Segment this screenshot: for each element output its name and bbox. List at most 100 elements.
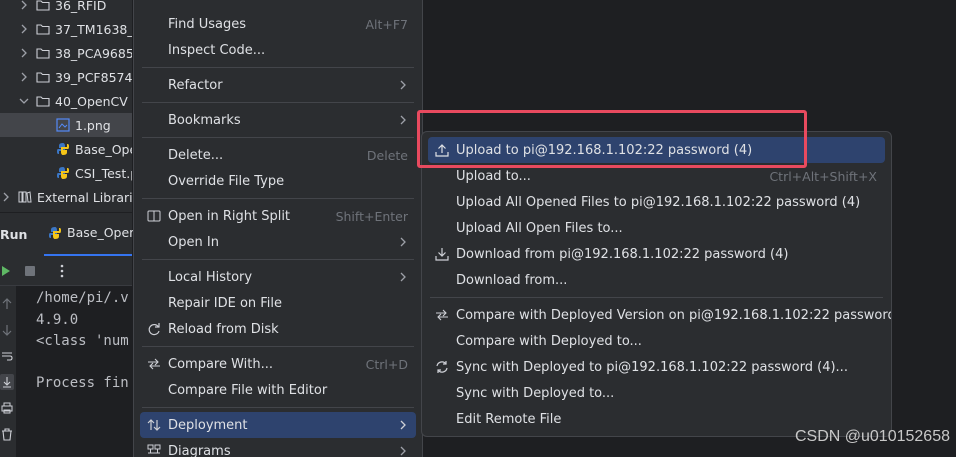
tree-item-base-ope[interactable]: Base_Ope	[0, 137, 132, 161]
chevron-right-icon[interactable]	[18, 47, 30, 59]
menu-item-label: Compare File with Editor	[168, 382, 328, 398]
stop-icon[interactable]	[24, 265, 36, 277]
menu-item-diagrams[interactable]: Diagrams	[140, 438, 416, 457]
menu-item-compare-file-with-editor[interactable]: Compare File with Editor	[140, 377, 416, 403]
folder-icon	[36, 96, 50, 107]
menu-separator	[142, 198, 414, 199]
menu-item-label: Compare with Deployed to...	[456, 333, 642, 349]
menu-item-sync-deployed-to[interactable]: Sync with Deployed to...	[428, 380, 885, 406]
run-tool-window-header: Run Base_Oper	[0, 212, 134, 256]
menu-item-shortcut: Ctrl+D	[365, 356, 408, 372]
chevron-right-icon[interactable]	[18, 0, 30, 11]
more-options-icon[interactable]	[58, 264, 66, 278]
print-icon[interactable]	[1, 402, 13, 414]
chevron-right-icon[interactable]	[0, 191, 12, 203]
menu-item-label: Sync with Deployed to...	[456, 385, 615, 401]
console-gutter	[0, 286, 16, 457]
menu-item-upload-all-opened[interactable]: Upload All Opened Files to pi@192.168.1.…	[428, 189, 885, 215]
menu-item-local-history[interactable]: Local History	[140, 264, 416, 290]
rerun-icon[interactable]	[0, 264, 12, 278]
menu-item-open-in[interactable]: Open In	[140, 229, 416, 255]
menu-item-override-file-type[interactable]: Override File Type	[140, 168, 416, 194]
menu-item-inspect-code[interactable]: Inspect Code...	[140, 37, 416, 63]
submenu-arrow-icon	[400, 272, 406, 282]
menu-item-label: Open in Right Split	[168, 208, 291, 224]
folder-icon	[36, 0, 50, 11]
menu-item-bookmarks[interactable]: Bookmarks	[140, 107, 416, 133]
project-tree: 36_RFID 37_TM1638_E 38_PCA9685 39_PCF857…	[0, 0, 132, 212]
python-file-icon	[49, 226, 61, 239]
menu-item-label: Refactor	[168, 77, 223, 93]
menu-item-upload-to-pi[interactable]: Upload to pi@192.168.1.102:22 password (…	[428, 137, 885, 163]
tree-item-label: 37_TM1638_E	[55, 21, 132, 37]
download-icon	[434, 246, 450, 262]
menu-separator	[142, 102, 414, 103]
split-icon	[146, 208, 162, 224]
menu-item-shortcut: Alt+F7	[365, 16, 408, 32]
menu-item-label: Sync with Deployed to pi@192.168.1.102:2…	[456, 359, 848, 375]
menu-item-compare-deployed-version[interactable]: Compare with Deployed Version on pi@192.…	[428, 302, 891, 328]
arrow-up-icon[interactable]	[2, 298, 12, 310]
menu-item-download-from[interactable]: Download from...	[428, 267, 885, 293]
run-tab[interactable]: Base_Oper	[48, 225, 134, 240]
menu-item-upload-to[interactable]: Upload to... Ctrl+Alt+Shift+X	[428, 163, 885, 189]
menu-item-compare-with[interactable]: Compare With... Ctrl+D	[140, 351, 416, 377]
menu-separator	[430, 297, 883, 298]
tree-item-39-pcf8574[interactable]: 39_PCF8574	[0, 65, 132, 89]
menu-item-delete[interactable]: Delete... Delete	[140, 142, 416, 168]
console-line: /home/pi/.v	[36, 290, 129, 306]
menu-item-label: Compare with Deployed Version on pi@192.…	[456, 307, 892, 323]
scroll-to-end-icon[interactable]	[0, 374, 14, 390]
menu-item-deployment[interactable]: Deployment	[140, 412, 416, 438]
console-line: 4.9.0	[36, 312, 79, 328]
menu-item-label: Find Usages	[168, 16, 247, 32]
menu-item-label: Upload All Opened Files to pi@192.168.1.…	[456, 194, 861, 210]
sync-icon	[434, 359, 450, 375]
chevron-right-icon[interactable]	[18, 71, 30, 83]
menu-item-download-from-pi[interactable]: Download from pi@192.168.1.102:22 passwo…	[428, 241, 885, 267]
run-title: Run	[0, 227, 28, 242]
menu-item-label: Open In	[168, 234, 219, 250]
trash-icon[interactable]	[1, 428, 13, 441]
folder-icon	[36, 48, 50, 59]
menu-item-shortcut: Ctrl+Alt+Shift+X	[769, 168, 877, 184]
run-toolbar	[0, 256, 132, 286]
tree-item-external-libraries[interactable]: External Librarie	[0, 185, 132, 209]
tree-item-label: CSI_Test.p	[75, 165, 132, 181]
menu-item-repair-ide[interactable]: Repair IDE on File	[140, 290, 416, 316]
menu-item-label: Upload All Open Files to...	[456, 220, 623, 236]
menu-separator	[142, 259, 414, 260]
menu-item-reload-from-disk[interactable]: Reload from Disk	[140, 316, 416, 342]
submenu-arrow-icon	[400, 115, 406, 125]
menu-item-compare-deployed-to[interactable]: Compare with Deployed to...	[428, 328, 885, 354]
menu-item-label: Download from pi@192.168.1.102:22 passwo…	[456, 246, 789, 262]
chevron-down-icon[interactable]	[18, 95, 30, 107]
context-menu: Find Usages Alt+F7 Inspect Code... Refac…	[133, 0, 423, 457]
arrow-down-icon[interactable]	[2, 324, 12, 336]
tree-item-label: 1.png	[75, 117, 111, 133]
menu-item-find-usages[interactable]: Find Usages Alt+F7	[140, 11, 416, 37]
folder-icon	[36, 24, 50, 35]
menu-item-label: Inspect Code...	[168, 42, 266, 58]
menu-item-label: Repair IDE on File	[168, 295, 283, 311]
tree-item-38-pca9685[interactable]: 38_PCA9685	[0, 41, 132, 65]
tree-item-csi-test[interactable]: CSI_Test.p	[0, 161, 132, 185]
tree-item-40-opencv[interactable]: 40_OpenCV	[0, 89, 132, 113]
menu-item-upload-all-open-to[interactable]: Upload All Open Files to...	[428, 215, 885, 241]
menu-item-label: Upload to pi@192.168.1.102:22 password (…	[456, 142, 753, 158]
compare-icon	[146, 356, 162, 372]
tree-item-37-tm1638[interactable]: 37_TM1638_E	[0, 17, 132, 41]
menu-item-label: Deployment	[168, 417, 248, 433]
menu-item-sync-deployed-pi[interactable]: Sync with Deployed to pi@192.168.1.102:2…	[428, 354, 885, 380]
soft-wrap-icon[interactable]	[1, 350, 13, 362]
chevron-right-icon[interactable]	[18, 23, 30, 35]
menu-item-refactor[interactable]: Refactor	[140, 72, 416, 98]
menu-item-shortcut: Shift+Enter	[335, 208, 408, 224]
menu-separator	[142, 346, 414, 347]
menu-item-open-in-right-split[interactable]: Open in Right Split Shift+Enter	[140, 203, 416, 229]
tree-item-36-rfid[interactable]: 36_RFID	[0, 0, 132, 17]
library-icon	[18, 191, 32, 203]
menu-item-label: Upload to...	[456, 168, 531, 184]
tree-item-label: 36_RFID	[55, 0, 107, 13]
tree-item-1-png[interactable]: 1.png	[0, 113, 132, 137]
